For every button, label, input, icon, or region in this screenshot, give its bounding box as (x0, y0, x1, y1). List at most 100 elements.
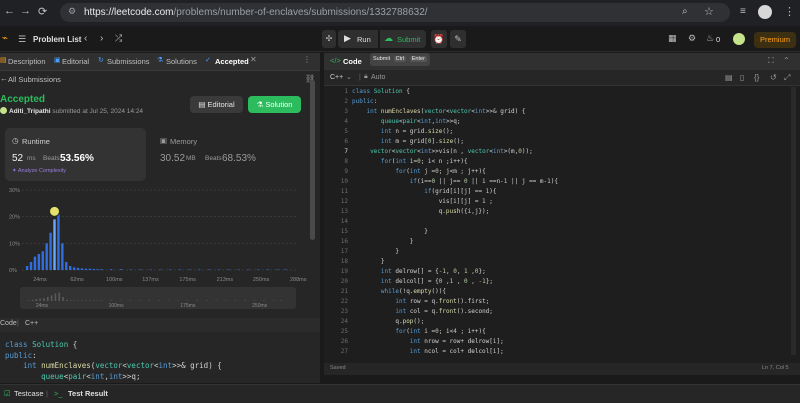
maximize-icon[interactable]: ⛶ (768, 56, 774, 66)
code-line[interactable]: int row = q.front().first; (352, 297, 792, 307)
chart-bar[interactable] (96, 269, 99, 270)
chart-bar[interactable] (284, 269, 287, 270)
chart-bar[interactable] (53, 219, 56, 270)
code-line[interactable]: int delcol[] = {0 ,1 , 0 , -1}; (352, 277, 792, 287)
code-line[interactable]: for(int i =0; i<4 ; i++){ (352, 327, 792, 337)
code-line[interactable]: int nrow = row+ delrow[i]; (352, 337, 792, 347)
submit-button[interactable]: ☁ Submit (380, 30, 426, 48)
code-line[interactable]: q.pop(); (352, 317, 792, 327)
chart-bar[interactable] (217, 269, 221, 270)
tab-solutions[interactable]: Solutions (166, 57, 197, 66)
shuffle-icon[interactable]: ⤮ (115, 33, 122, 44)
code-editor[interactable]: class Solution {public: int numEnclaves(… (352, 87, 792, 355)
chart-svg[interactable]: 30% 20% 10% 0% 24ms 62ms 100ms 137ms 175ms 213ms 2… (0, 185, 320, 285)
code-line[interactable]: vis[i][j] = 1 ; (352, 197, 792, 207)
chart-bar[interactable] (68, 266, 72, 270)
chart-bar[interactable] (33, 256, 37, 270)
back-icon[interactable]: ← (4, 5, 15, 17)
code-line[interactable]: class Solution { (352, 87, 792, 97)
address-bar[interactable]: ⚙ https://leetcode.com/problems/number-o… (60, 3, 730, 22)
language-select[interactable]: C++ (330, 74, 343, 81)
code-line[interactable]: for(int j =0; j<m ; j++){ (352, 167, 792, 177)
fullscreen-icon[interactable]: ⤢ (784, 73, 790, 83)
code-line[interactable]: if(i==0 || j== 0 || i ==n-1 || j == m-1)… (352, 177, 792, 187)
code-line[interactable]: int delrow[] = {-1, 0, 1 ,0}; (352, 267, 792, 277)
chart-bar[interactable] (110, 269, 113, 270)
run-button[interactable]: ▶ Run (338, 30, 378, 48)
solution-button[interactable]: ⚗ Solution (248, 96, 301, 113)
code-line[interactable] (352, 217, 792, 227)
chart-bar[interactable] (25, 266, 29, 270)
panel-menu-icon[interactable]: ⋮ (303, 55, 311, 64)
notes-icon[interactable]: ✎ (450, 30, 466, 48)
code-line[interactable]: vector<vector<int>>vis(n , vector<int>(m… (352, 147, 792, 157)
chart-bar[interactable] (72, 267, 76, 270)
code-line[interactable]: public: (352, 97, 792, 107)
code-line[interactable]: } (352, 227, 792, 237)
code-line[interactable]: queue<pair<int,int>>q; (352, 117, 792, 127)
chart-bar[interactable] (178, 269, 181, 270)
timer-icon[interactable]: ⏰ (431, 30, 447, 48)
memory-label[interactable]: Memory (170, 137, 197, 146)
reset-icon[interactable]: ↺ (770, 73, 777, 82)
chevron-down-icon[interactable]: ⌄ (346, 73, 352, 81)
code-line[interactable]: q.push({i,j}); (352, 207, 792, 217)
extensions-icon[interactable]: ≡ (740, 6, 746, 17)
tab-description[interactable]: Description (8, 57, 46, 66)
chart-bar[interactable] (41, 251, 44, 270)
chart-bar[interactable] (188, 269, 191, 270)
test-result-tab[interactable]: Test Result (68, 389, 108, 398)
tab-editorial[interactable]: Editorial (62, 57, 89, 66)
code-line[interactable]: if(grid[i][j] == 1){ (352, 187, 792, 197)
chart-bar[interactable] (247, 269, 250, 270)
forward-icon[interactable]: → (20, 5, 31, 17)
testcase-tab[interactable]: Testcase (14, 389, 44, 398)
close-tab-icon[interactable]: ✕ (250, 55, 257, 64)
chart-bar[interactable] (37, 254, 41, 270)
chart-bar[interactable] (92, 268, 95, 270)
code-line[interactable]: int col = q.front().second; (352, 307, 792, 317)
collapse-icon[interactable]: ⌃ (783, 56, 790, 65)
range-svg[interactable]: 24ms 100ms 175ms 250ms (20, 287, 296, 309)
notes-toggle-icon[interactable]: ▤ (725, 73, 733, 82)
user-avatar[interactable] (733, 33, 745, 45)
chart-bar[interactable] (100, 269, 103, 270)
chart-bar[interactable] (139, 269, 142, 270)
problem-list-link[interactable]: Problem List (33, 35, 81, 44)
code-line[interactable]: int numEnclaves(vector<vector<int>>& gri… (352, 107, 792, 117)
author-name[interactable]: Aditi_Tripathi (9, 108, 51, 115)
code-tab[interactable]: Code (343, 57, 362, 66)
chart-bar[interactable] (45, 243, 48, 270)
chart-bar[interactable] (49, 232, 52, 270)
browser-menu-icon[interactable]: ⋮ (784, 5, 795, 18)
next-problem-icon[interactable]: › (100, 33, 103, 44)
chart-bar[interactable] (65, 262, 68, 270)
tab-submissions[interactable]: Submissions (107, 57, 150, 66)
site-info-icon[interactable]: ⚙ (68, 6, 76, 17)
analyze-complexity-link[interactable]: ✦ Analyze Complexity (12, 168, 66, 174)
runtime-distribution-chart[interactable]: 30% 20% 10% 0% 24ms 62ms 100ms 137ms 175ms 213ms 2… (0, 185, 320, 285)
format-code-icon[interactable]: {} (754, 73, 759, 82)
chart-bar[interactable] (237, 269, 240, 270)
chart-bar[interactable] (149, 269, 152, 270)
chart-bar[interactable] (168, 269, 172, 270)
bookmark-icon[interactable]: ▯ (740, 73, 744, 82)
settings-gear-icon[interactable]: ⚙ (688, 33, 696, 44)
chart-bar[interactable] (227, 269, 230, 270)
chart-bar[interactable] (129, 269, 133, 270)
code-line[interactable]: } (352, 247, 792, 257)
chart-bar[interactable] (88, 268, 91, 270)
chart-bar[interactable] (80, 268, 84, 270)
chart-bar[interactable] (76, 267, 80, 270)
back-arrow-icon[interactable]: ← (0, 74, 8, 83)
editorial-button[interactable]: ▤ Editorial (190, 96, 243, 113)
chart-bar[interactable] (159, 269, 162, 270)
debug-icon[interactable]: ✣ (322, 30, 336, 48)
editor-scrollbar[interactable] (791, 87, 796, 355)
chart-bar[interactable] (198, 269, 201, 270)
chart-bar[interactable] (84, 268, 88, 270)
range-selector[interactable]: 24ms 100ms 175ms 250ms (20, 287, 296, 309)
code-line[interactable]: } (352, 257, 792, 267)
code-line[interactable]: } (352, 237, 792, 247)
chart-bar[interactable] (276, 269, 279, 270)
